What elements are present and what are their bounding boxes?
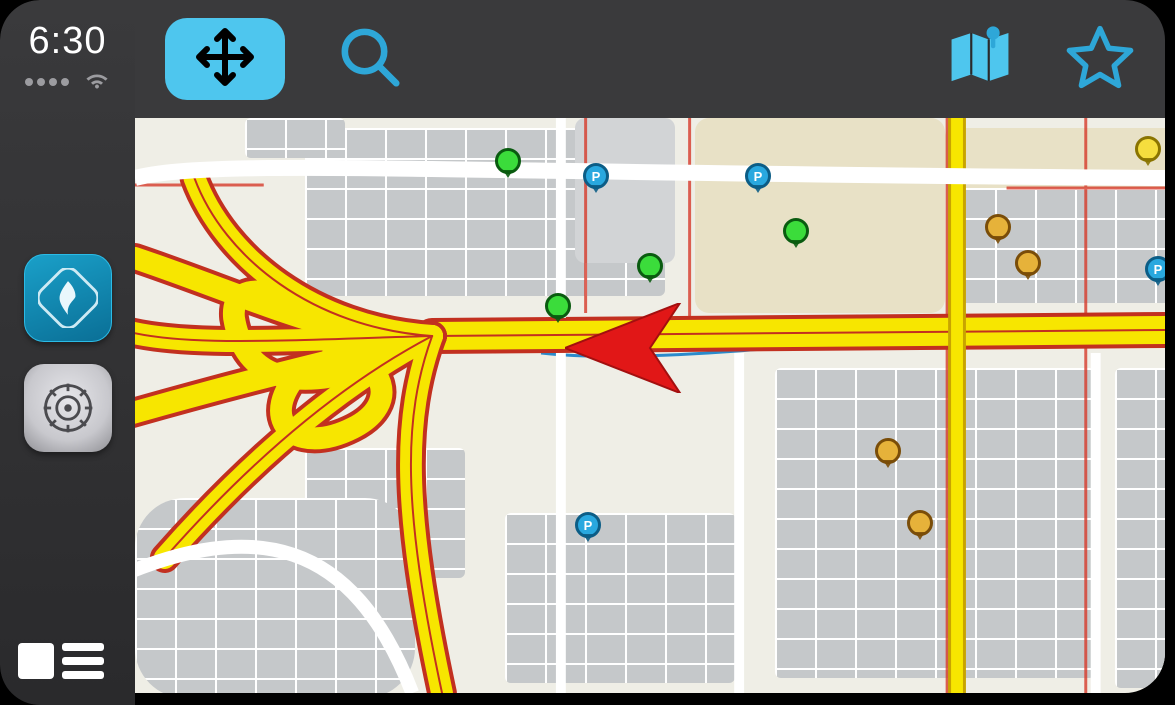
search-icon xyxy=(335,22,405,97)
road-network xyxy=(135,118,1165,693)
poi-parking[interactable]: P xyxy=(575,512,601,538)
status-sidebar: 6:30 xyxy=(0,0,135,705)
map-viewport[interactable]: P P P P xyxy=(135,118,1165,693)
poi-campsite[interactable] xyxy=(985,214,1011,240)
poi-campsite[interactable] xyxy=(907,510,933,536)
list-view-icon xyxy=(62,643,104,679)
poi-park[interactable] xyxy=(495,148,521,174)
navigation-app-icon[interactable] xyxy=(24,254,112,342)
mapstyle-button[interactable] xyxy=(945,22,1015,97)
poi-park[interactable] xyxy=(783,218,809,244)
poi-service[interactable] xyxy=(1135,136,1161,162)
move-arrows-icon xyxy=(193,25,257,94)
poi-parking[interactable]: P xyxy=(583,163,609,189)
grid-view-icon xyxy=(18,643,54,679)
star-icon xyxy=(1065,22,1135,97)
poi-park[interactable] xyxy=(637,253,663,279)
view-toggle-button[interactable] xyxy=(18,643,104,679)
poi-park[interactable] xyxy=(545,293,571,319)
favorites-button[interactable] xyxy=(1065,22,1135,97)
search-button[interactable] xyxy=(335,22,405,97)
cell-signal-icon xyxy=(25,78,69,86)
carplay-screen: 6:30 xyxy=(0,0,1175,705)
map-pin-icon xyxy=(945,22,1015,97)
poi-parking[interactable]: P xyxy=(745,163,771,189)
status-row xyxy=(25,69,111,94)
poi-campsite[interactable] xyxy=(1015,250,1041,276)
clock: 6:30 xyxy=(29,20,107,63)
pan-button[interactable] xyxy=(165,18,285,100)
wifi-icon xyxy=(83,69,111,94)
sidebar-apps xyxy=(24,254,112,452)
map-toolbar xyxy=(135,0,1165,118)
settings-app-icon[interactable] xyxy=(24,364,112,452)
poi-campsite[interactable] xyxy=(875,438,901,464)
poi-parking[interactable]: P xyxy=(1145,256,1165,282)
